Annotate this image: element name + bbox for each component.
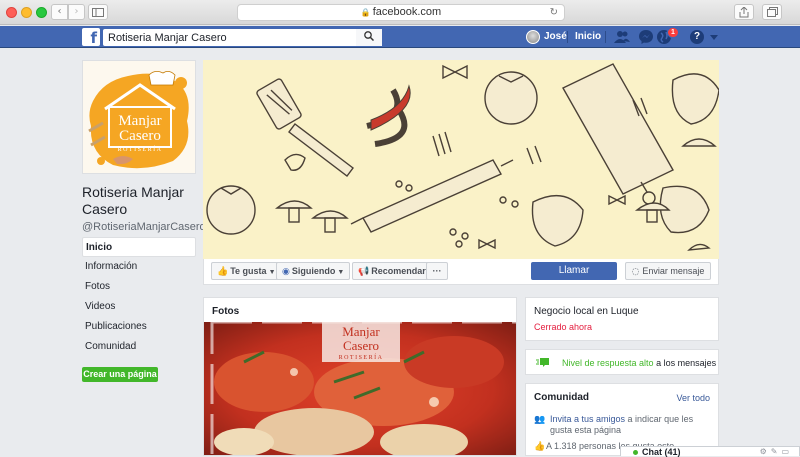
photo-logo-casero: Casero xyxy=(343,338,379,353)
home-link[interactable]: Inicio xyxy=(575,31,601,42)
back-button[interactable]: ‹ xyxy=(51,4,68,20)
url-text: facebook.com xyxy=(372,6,442,18)
share-icon xyxy=(739,6,749,18)
nav-item-home[interactable]: Inicio xyxy=(82,237,196,257)
nav-item-community[interactable]: Comunidad xyxy=(82,337,196,357)
chevron-down-icon: ▼ xyxy=(337,269,345,276)
invite-friends-link[interactable]: Invita a tus amigos xyxy=(550,414,625,424)
avatar[interactable] xyxy=(526,30,540,44)
settings-icon[interactable]: ⚙ xyxy=(760,447,771,456)
photos-title[interactable]: Fotos xyxy=(212,306,239,317)
open-status: Cerrado ahora xyxy=(534,322,593,332)
search-button[interactable] xyxy=(356,29,382,46)
photo-logo-manjar: Manjar xyxy=(342,324,380,339)
help-icon[interactable]: ? xyxy=(690,30,704,44)
minimize-window-button[interactable] xyxy=(21,7,32,18)
nav-item-posts[interactable]: Publicaciones xyxy=(82,317,196,337)
page-title[interactable]: Rotiseria Manjar Casero xyxy=(82,184,202,218)
profile-link[interactable]: José xyxy=(544,31,567,42)
nav-item-photos[interactable]: Fotos xyxy=(82,277,196,297)
recommend-label: Recomendar xyxy=(371,266,426,276)
sidebar-icon xyxy=(92,8,104,17)
see-all-link[interactable]: Ver todo xyxy=(676,393,710,403)
cover-illustration xyxy=(206,63,719,251)
page-action-bar: 👍 Te gusta ▼ ◉ Siguiendo ▼ 📢 Recomendar ··· L… xyxy=(203,259,719,285)
facebook-header: f José Inicio 1 ? xyxy=(0,26,800,48)
recommend-button[interactable]: 📢 Recomendar xyxy=(352,262,432,280)
response-rate-text: Nivel de respuesta alto a los mensajes xyxy=(562,358,716,368)
page-profile-picture[interactable]: Manjar Casero ROTISERÍA xyxy=(82,60,196,174)
reload-icon[interactable]: ↻ xyxy=(550,5,558,20)
compose-icon[interactable]: ✎ xyxy=(771,447,782,456)
forward-button[interactable]: › xyxy=(68,4,85,20)
lock-icon: 🔒 xyxy=(360,8,371,17)
send-message-label: Enviar mensaje xyxy=(642,266,705,276)
manjar-casero-logo: Manjar Casero ROTISERÍA xyxy=(83,61,195,173)
show-tabs-button[interactable] xyxy=(762,4,782,20)
call-button[interactable]: Llamar xyxy=(531,262,617,280)
nav-item-about[interactable]: Información xyxy=(82,257,196,277)
hide-icon[interactable]: ▭ xyxy=(781,447,793,456)
messenger-icon[interactable] xyxy=(638,29,654,45)
response-rate-rest: a los mensajes xyxy=(653,358,717,368)
close-window-button[interactable] xyxy=(6,7,17,18)
logo-text-manjar: Manjar xyxy=(118,113,161,129)
business-info-card: Negocio local en Luque Cerrado ahora xyxy=(525,297,719,341)
search-input[interactable] xyxy=(103,29,382,46)
online-status-icon xyxy=(633,450,638,455)
fast-response-icon xyxy=(536,358,549,367)
following-label: Siguiendo xyxy=(291,266,336,276)
chevron-down-icon: ▼ xyxy=(268,269,276,276)
messenger-icon: ◌ xyxy=(631,267,643,277)
zoom-window-button[interactable] xyxy=(36,7,47,18)
create-page-button[interactable]: Crear una página xyxy=(82,367,158,382)
page-navigation: Inicio Información Fotos Videos Publicac… xyxy=(82,237,196,357)
cover-photo[interactable] xyxy=(203,60,719,259)
following-button[interactable]: ◉ Siguiendo ▼ xyxy=(276,262,351,280)
photos-section: Fotos Manjar Casero ROTISERÍA xyxy=(203,297,517,456)
community-title: Comunidad xyxy=(534,392,589,403)
friend-requests-icon[interactable] xyxy=(614,29,630,45)
notification-badge: 1 xyxy=(667,27,679,38)
like-button[interactable]: 👍 Te gusta ▼ xyxy=(211,262,282,280)
thumbs-up-icon: 👍 xyxy=(217,267,229,277)
photo-thumbnail[interactable]: Manjar Casero ROTISERÍA xyxy=(204,322,516,455)
business-category[interactable]: Negocio local en Luque xyxy=(534,306,639,317)
sidebar-toggle-button[interactable] xyxy=(88,4,108,20)
photo-logo-rotiseria: ROTISERÍA xyxy=(339,353,384,361)
divider xyxy=(605,31,606,43)
people-icon: 👥 xyxy=(534,415,546,425)
page-username[interactable]: @RotiseriaManjarCasero xyxy=(82,221,206,233)
nav-item-videos[interactable]: Videos xyxy=(82,297,196,317)
more-options-button[interactable]: ··· xyxy=(426,262,448,280)
share-button[interactable] xyxy=(734,4,754,20)
divider xyxy=(567,31,568,43)
megaphone-icon: 📢 xyxy=(358,267,370,277)
food-photo: Manjar Casero ROTISERÍA xyxy=(204,322,516,455)
like-label: Te gusta xyxy=(230,266,267,276)
tabs-icon xyxy=(766,7,778,17)
response-rate-card: Nivel de respuesta alto a los mensajes xyxy=(525,349,719,375)
search-icon xyxy=(364,31,375,42)
address-bar[interactable]: 🔒 facebook.com ↻ xyxy=(237,4,565,21)
rss-icon: ◉ xyxy=(282,267,290,277)
invite-friends-row: 👥 Invita a tus amigos a indicar que les … xyxy=(534,414,716,435)
logo-text-rotiseria: ROTISERÍA xyxy=(118,145,163,153)
facebook-logo-icon[interactable]: f xyxy=(82,28,100,46)
send-message-button[interactable]: ◌ Enviar mensaje xyxy=(625,262,711,280)
browser-toolbar: ‹ › 🔒 facebook.com ↻ xyxy=(0,0,800,25)
thumbs-up-icon: 👍 xyxy=(534,442,546,452)
chat-bar[interactable]: Chat (41) ⚙✎▭ xyxy=(620,446,800,457)
response-rate-highlight: Nivel de respuesta alto xyxy=(562,358,654,368)
account-menu-caret-icon[interactable] xyxy=(710,35,718,40)
logo-text-casero: Casero xyxy=(119,128,161,144)
